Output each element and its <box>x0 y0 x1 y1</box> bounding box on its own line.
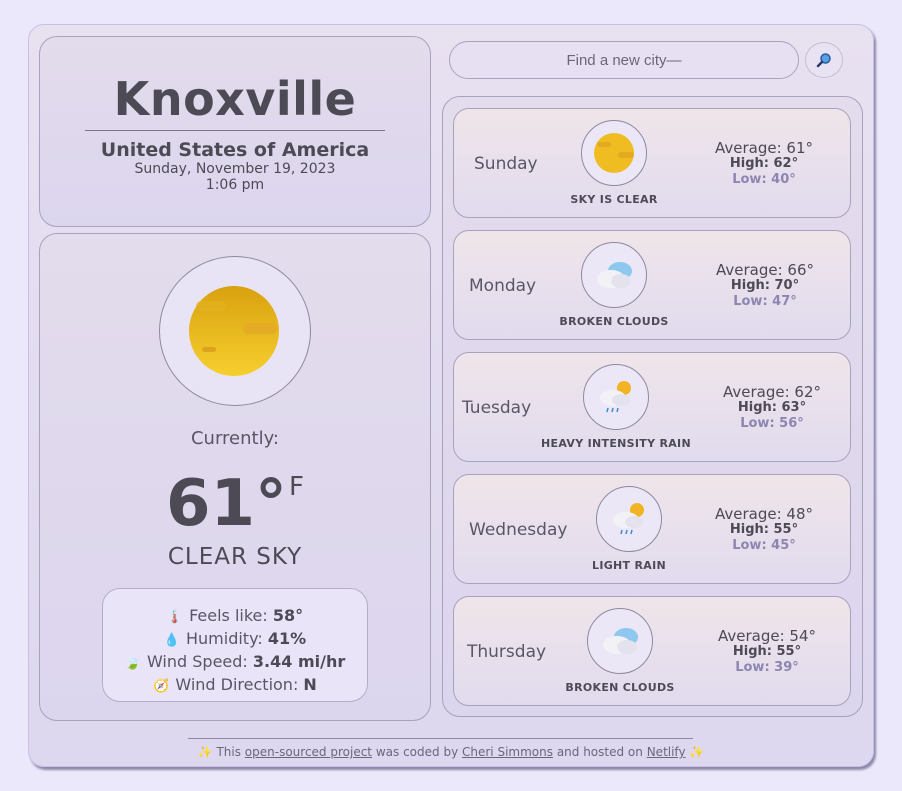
day-name: Tuesday <box>462 398 532 418</box>
footer: ✨ This open-sourced project was coded by… <box>0 745 902 759</box>
forecast-icon-circle <box>581 120 647 186</box>
magnifier-icon <box>816 53 831 68</box>
feels-like-value: 58° <box>272 606 304 625</box>
location-card: Knoxville United States of America Sunda… <box>39 36 431 227</box>
forecast-day-wednesday: Wednesday LIGHT RAIN Average: 48° High: … <box>453 474 851 584</box>
city-name: Knoxville <box>113 72 357 126</box>
average-temp: Average: 66° <box>715 261 814 279</box>
footer-prefix: This <box>216 745 241 759</box>
footer-middle: was coded by <box>375 745 459 759</box>
rain-sun-icon <box>613 503 644 535</box>
current-weather-card: Currently: 61°F CLEAR SKY 🌡️ Feels like: … <box>39 233 431 721</box>
compass-icon: 🧭 <box>153 679 170 694</box>
cloud-icon <box>597 262 632 288</box>
cloud-icon <box>603 628 638 654</box>
time-text: 1:06 pm <box>205 177 265 193</box>
forecast-description: HEAVY INTENSITY RAIN <box>541 437 691 450</box>
thermometer-icon: 🌡️ <box>166 610 184 625</box>
wind-speed-label: Wind Speed: <box>146 652 248 671</box>
high-temp: High: 63° <box>737 400 807 415</box>
forecast-description: BROKEN CLOUDS <box>559 315 669 328</box>
country-name: United States of America <box>100 139 370 161</box>
low-temp: Low: 56° <box>740 416 804 431</box>
low-temp: Low: 47° <box>733 294 797 309</box>
weather-app: Knoxville United States of America Sunda… <box>28 24 874 767</box>
high-temp: High: 55° <box>729 522 799 537</box>
wind-speed-value: 3.44 mi/hr <box>252 652 346 671</box>
droplet-icon: 💧 <box>163 633 180 648</box>
feels-like-label: Feels like: <box>189 606 268 625</box>
humidity-label: Humidity: <box>186 629 263 648</box>
forecast-icon-circle <box>587 608 653 674</box>
temp-unit: F <box>289 472 305 502</box>
wind-direction-row: 🧭 Wind Direction: N <box>103 674 367 697</box>
wind-direction-label: Wind Direction: <box>175 675 299 694</box>
current-temp-value: 61° <box>165 467 288 541</box>
sun-icon <box>594 133 634 173</box>
forecast-icon-circle <box>596 486 662 552</box>
forecast-stats: Average: 61° High: 62° Low: 40° <box>704 140 824 188</box>
current-condition: CLEAR SKY <box>167 544 303 570</box>
sparkle-icon: ✨ <box>689 745 705 759</box>
high-temp: High: 55° <box>732 644 802 659</box>
forecast-panel: Sunday SKY IS CLEAR Average: 61° High: 6… <box>442 96 863 717</box>
forecast-day-thursday: Thursday BROKEN CLOUDS Average: 54° High… <box>453 596 851 706</box>
day-name: Monday <box>469 276 537 296</box>
forecast-day-monday: Monday BROKEN CLOUDS Average: 66° High: … <box>453 230 851 340</box>
humidity-row: 💧 Humidity: 41% <box>103 628 367 651</box>
average-temp: Average: 62° <box>722 383 821 401</box>
footer-divider <box>188 738 693 739</box>
day-name: Wednesday <box>469 520 568 540</box>
average-temp: Average: 54° <box>717 627 816 645</box>
day-name: Sunday <box>474 154 538 174</box>
forecast-day-tuesday: Tuesday HEAVY INTENSITY RAIN Average: 62… <box>453 352 851 462</box>
date-text: Sunday, November 19, 2023 <box>134 161 336 177</box>
details-box: 🌡️ Feels like: 58° 💧 Humidity: 41% 🍃 Wind S… <box>102 588 368 702</box>
forecast-description: LIGHT RAIN <box>592 559 666 572</box>
forecast-stats: Average: 62° High: 63° Low: 56° <box>712 384 832 432</box>
forecast-stats: Average: 48° High: 55° Low: 45° <box>704 506 824 554</box>
low-temp: Low: 40° <box>732 172 796 187</box>
wind-direction-value: N <box>303 675 317 694</box>
sun-icon <box>189 286 279 376</box>
high-temp: High: 70° <box>730 278 800 293</box>
forecast-icon-circle <box>583 364 649 430</box>
project-link[interactable]: open-sourced project <box>245 745 372 759</box>
feels-like-row: 🌡️ Feels like: 58° <box>103 605 367 628</box>
low-temp: Low: 45° <box>732 538 796 553</box>
current-temp: 61°F <box>40 449 430 542</box>
rain-sun-icon <box>600 381 631 413</box>
humidity-value: 41% <box>267 629 307 648</box>
currently-label: Currently: <box>190 428 279 449</box>
forecast-stats: Average: 54° High: 55° Low: 39° <box>707 628 827 676</box>
search-input[interactable] <box>449 41 799 79</box>
average-temp: Average: 61° <box>714 139 813 157</box>
footer-middle2: and hosted on <box>556 745 643 759</box>
forecast-description: BROKEN CLOUDS <box>565 681 675 694</box>
average-temp: Average: 48° <box>714 505 813 523</box>
forecast-day-sunday: Sunday SKY IS CLEAR Average: 61° High: 6… <box>453 108 851 218</box>
divider <box>85 130 385 131</box>
forecast-description: SKY IS CLEAR <box>570 193 658 206</box>
forecast-icon-circle <box>581 242 647 308</box>
low-temp: Low: 39° <box>735 660 799 675</box>
forecast-stats: Average: 66° High: 70° Low: 47° <box>705 262 825 310</box>
wind-speed-row: 🍃 Wind Speed: 3.44 mi/hr <box>103 651 367 674</box>
leaf-wind-icon: 🍃 <box>124 656 141 671</box>
search-button[interactable] <box>805 42 843 78</box>
sparkle-icon: ✨ <box>197 745 213 759</box>
netlify-link[interactable]: Netlify <box>647 745 686 759</box>
high-temp: High: 62° <box>729 156 799 171</box>
author-link[interactable]: Cheri Simmons <box>462 745 553 759</box>
day-name: Thursday <box>467 642 547 662</box>
current-icon-circle <box>159 256 311 406</box>
